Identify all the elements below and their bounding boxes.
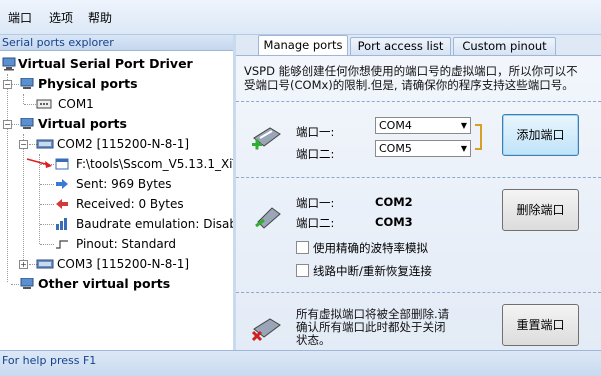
reset-port-icon <box>251 318 281 342</box>
tree-app-path-label: F:\tools\Sscom_V5.13.1_XiT <box>76 157 233 171</box>
tree-com2-label: COM2 [115200-N-8-1] <box>57 137 190 151</box>
computer-icon <box>20 118 34 129</box>
tree-sent-label: Sent: 969 Bytes <box>76 177 172 191</box>
reset-ports-button[interactable]: 重置端口 <box>502 304 579 346</box>
computer-icon <box>20 78 34 89</box>
tab-strip: Manage ports Port access list Custom pin… <box>236 35 601 56</box>
explorer-title: Serial ports explorer <box>0 35 233 51</box>
right-panel: Manage ports Port access list Custom pin… <box>236 35 601 351</box>
tree-root[interactable]: Virtual Serial Port Driver <box>0 55 233 73</box>
reset-text-line3: 状态。 <box>296 333 331 347</box>
delete-port2-label: 端口二: <box>296 216 335 230</box>
status-bar: For help press F1 <box>0 350 601 376</box>
menu-options[interactable]: 选项 <box>49 9 73 26</box>
exact-baudrate-label: 使用精确的波特率模拟 <box>313 241 428 255</box>
tree-com3[interactable]: COM3 [115200-N-8-1] <box>0 255 233 273</box>
tree-virtual-label: Virtual ports <box>38 116 127 131</box>
tree-physical-ports[interactable]: Physical ports <box>0 75 233 93</box>
menu-help[interactable]: 帮助 <box>88 9 112 26</box>
tab-manage-ports[interactable]: Manage ports <box>258 35 348 56</box>
tree-root-label: Virtual Serial Port Driver <box>18 56 193 71</box>
exact-baudrate-checkbox[interactable] <box>296 241 309 254</box>
delete-port2-value: COM3 <box>375 215 413 229</box>
menu-ports[interactable]: 端口 <box>8 9 32 26</box>
link-bracket-icon <box>475 124 482 150</box>
tree-received[interactable]: Received: 0 Bytes <box>0 195 233 213</box>
tab-port-access-list[interactable]: Port access list <box>350 37 451 56</box>
add-port1-select[interactable]: COM4 ▼ <box>375 117 471 134</box>
virtual-port-icon <box>36 259 54 269</box>
tree-virtual-ports[interactable]: Virtual ports <box>0 115 233 133</box>
tree-app-path[interactable]: F:\tools\Sscom_V5.13.1_XiT <box>0 155 233 173</box>
add-port1-label: 端口一: <box>296 125 335 139</box>
tree-com2[interactable]: COM2 [115200-N-8-1] <box>0 135 233 153</box>
description-line2: 受端口号(COMx)的限制.但是, 请确保你的程序支持这些端口号。 <box>244 78 574 92</box>
tree-com1-label: COM1 <box>58 97 94 111</box>
add-port2-label: 端口二: <box>296 147 335 161</box>
reconnect-label: 线路中断/重新恢复连接 <box>313 264 432 278</box>
add-port-icon <box>252 127 281 150</box>
chevron-down-icon: ▼ <box>460 121 467 130</box>
arrow-right-icon <box>56 179 68 189</box>
tree-pinout-label: Pinout: Standard <box>76 237 177 251</box>
tab-custom-pinout[interactable]: Custom pinout <box>453 37 556 56</box>
bar-chart-icon <box>56 218 67 230</box>
serial-port-icon <box>36 99 52 109</box>
add-port2-value: COM5 <box>379 142 412 155</box>
add-port1-value: COM4 <box>379 119 412 132</box>
ports-tree: Virtual Serial Port Driver − Physical po… <box>0 52 233 350</box>
chevron-down-icon: ▼ <box>460 144 467 153</box>
tree-physical-label: Physical ports <box>38 76 138 91</box>
tree-other-label: Other virtual ports <box>38 276 171 291</box>
menu-bar: 端口 选项 帮助 <box>0 0 601 35</box>
computer-icon <box>2 57 16 71</box>
tree-other-ports[interactable]: Other virtual ports <box>0 275 233 293</box>
tree-baudrate[interactable]: Baudrate emulation: Disabl <box>0 215 233 233</box>
tree-com3-label: COM3 [115200-N-8-1] <box>57 257 190 271</box>
pinout-icon <box>56 240 68 249</box>
manage-ports-panel: VSPD 能够创建任何你想使用的端口号的虚拟端口，所以你可以不 受端口号(COM… <box>236 55 601 351</box>
delete-port1-label: 端口一: <box>296 196 335 210</box>
tree-com1[interactable]: COM1 <box>0 95 233 113</box>
arrow-left-icon <box>56 199 68 209</box>
virtual-port-icon <box>36 139 54 149</box>
tree-pinout[interactable]: Pinout: Standard <box>0 235 233 253</box>
description-line1: VSPD 能够创建任何你想使用的端口号的虚拟端口，所以你可以不 <box>244 64 578 78</box>
tree-baudrate-label: Baudrate emulation: Disabl <box>76 217 233 231</box>
add-port2-select[interactable]: COM5 ▼ <box>375 140 471 157</box>
reconnect-checkbox[interactable] <box>296 264 309 277</box>
delete-port1-value: COM2 <box>375 195 413 209</box>
tree-sent[interactable]: Sent: 969 Bytes <box>0 175 233 193</box>
computer-icon <box>20 278 34 289</box>
application-window-icon <box>55 158 69 170</box>
delete-port-button[interactable]: 删除端口 <box>502 189 579 231</box>
tree-received-label: Received: 0 Bytes <box>76 197 184 211</box>
add-port-button[interactable]: 添加端口 <box>502 114 579 156</box>
delete-port-icon <box>255 207 281 229</box>
